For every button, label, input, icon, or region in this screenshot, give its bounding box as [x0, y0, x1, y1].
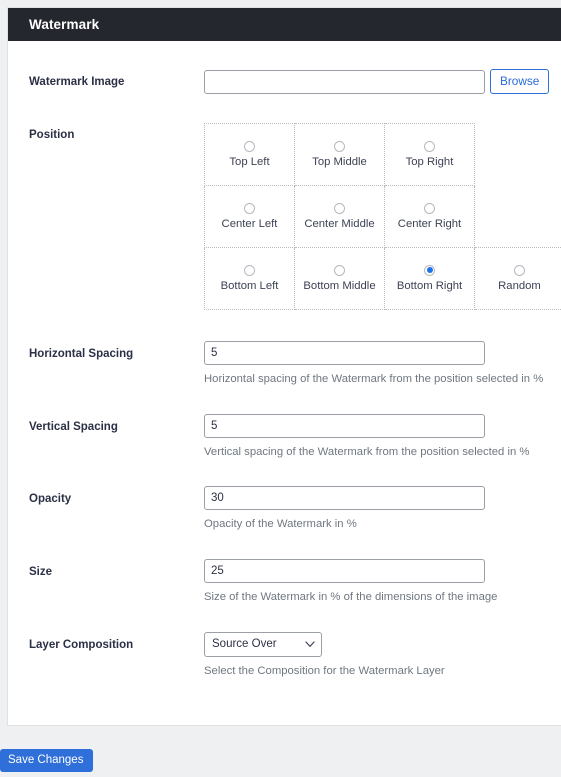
radio-icon[interactable]	[514, 264, 525, 276]
radio-icon[interactable]	[334, 264, 345, 276]
position-option-label: Bottom Right	[396, 279, 463, 292]
position-grid-spacer	[475, 124, 561, 186]
radio-icon[interactable]	[244, 202, 255, 214]
vertical-spacing-control: Vertical spacing of the Watermark from t…	[204, 413, 561, 460]
size-input[interactable]	[204, 559, 485, 584]
position-option-top-right[interactable]: Top Right	[384, 123, 475, 186]
horizontal-spacing-input[interactable]	[204, 341, 485, 365]
opacity-label: Opacity	[29, 493, 72, 506]
form-row-size: Size Size of the Watermark in % of the d…	[8, 532, 561, 605]
watermark-image-label: Watermark Image	[29, 76, 125, 88]
radio-icon[interactable]	[244, 140, 255, 152]
form-row-position: Position Top Left Top Middle Top Right C…	[8, 94, 561, 310]
position-option-label: Bottom Middle	[303, 279, 376, 292]
horizontal-spacing-control: Horizontal spacing of the Watermark from…	[204, 341, 561, 387]
radio-icon[interactable]	[244, 264, 255, 276]
radio-icon-selected[interactable]	[424, 264, 435, 276]
position-grid: Top Left Top Middle Top Right Center Lef…	[204, 123, 561, 310]
position-option-center-left[interactable]: Center Left	[204, 185, 295, 248]
radio-icon[interactable]	[334, 140, 345, 152]
position-option-top-middle[interactable]: Top Middle	[294, 123, 385, 186]
vertical-spacing-label: Vertical Spacing	[29, 420, 118, 433]
position-option-center-right[interactable]: Center Right	[384, 185, 475, 248]
size-help: Size of the Watermark in % of the dimens…	[204, 591, 498, 604]
position-grid-row-center: Center Left Center Middle Center Right	[204, 185, 561, 248]
position-option-label: Center Right	[397, 217, 462, 230]
watermark-image-input[interactable]	[204, 69, 485, 94]
position-option-bottom-right[interactable]: Bottom Right	[384, 247, 475, 310]
save-changes-button[interactable]: Save Changes	[0, 749, 94, 772]
position-option-label: Center Left	[221, 217, 278, 230]
position-option-bottom-left[interactable]: Bottom Left	[204, 247, 295, 310]
watermark-settings-card: Watermark Watermark Image Browse Positio…	[7, 7, 561, 726]
position-option-label: Center Middle	[304, 217, 375, 230]
horizontal-spacing-label: Horizontal Spacing	[29, 348, 134, 360]
position-grid-row-bottom: Bottom Left Bottom Middle Bottom Right R…	[204, 247, 561, 310]
watermark-image-control: Browse	[204, 69, 561, 94]
layer-composition-select-wrap: Source Over	[204, 631, 322, 657]
form-row-watermark-image: Watermark Image Browse	[8, 41, 561, 94]
position-option-top-left[interactable]: Top Left	[204, 123, 295, 186]
position-option-label: Top Middle	[312, 155, 367, 168]
size-label: Size	[29, 566, 53, 579]
opacity-control: Opacity of the Watermark in %	[204, 486, 561, 532]
position-option-label: Bottom Left	[220, 279, 279, 292]
vertical-spacing-help: Vertical spacing of the Watermark from t…	[204, 445, 530, 458]
page-title: Watermark	[29, 17, 100, 32]
position-label: Position	[29, 129, 75, 141]
form-row-vertical-spacing: Vertical Spacing Vertical spacing of the…	[8, 387, 561, 460]
radio-icon[interactable]	[334, 202, 345, 214]
size-control: Size of the Watermark in % of the dimens…	[204, 559, 561, 605]
layer-composition-help: Select the Composition for the Watermark…	[204, 664, 445, 677]
form-row-horizontal-spacing: Horizontal Spacing Horizontal spacing of…	[8, 310, 561, 387]
horizontal-spacing-help: Horizontal spacing of the Watermark from…	[204, 373, 544, 385]
position-option-label: Top Left	[229, 155, 270, 168]
position-option-center-middle[interactable]: Center Middle	[294, 185, 385, 248]
position-control: Top Left Top Middle Top Right Center Lef…	[204, 122, 561, 310]
browse-button[interactable]: Browse	[490, 69, 550, 94]
position-option-label: Top Right	[405, 155, 454, 168]
position-grid-row-top: Top Left Top Middle Top Right	[204, 123, 561, 186]
form-row-layer-composition: Layer Composition Source Over Select the…	[8, 605, 561, 679]
radio-icon[interactable]	[424, 140, 435, 152]
watermark-settings-page: Watermark Watermark Image Browse Positio…	[0, 0, 561, 777]
opacity-input[interactable]	[204, 486, 485, 511]
file-input-row: Browse	[204, 69, 561, 94]
position-grid-spacer	[475, 186, 561, 248]
opacity-help: Opacity of the Watermark in %	[204, 518, 357, 531]
position-option-bottom-middle[interactable]: Bottom Middle	[294, 247, 385, 310]
layer-composition-control: Source Over Select the Composition for t…	[204, 631, 561, 679]
card-body: Watermark Image Browse Position Top Left…	[8, 41, 561, 678]
radio-icon[interactable]	[424, 202, 435, 214]
card-header: Watermark	[8, 8, 561, 41]
form-row-opacity: Opacity Opacity of the Watermark in %	[8, 459, 561, 532]
layer-composition-label: Layer Composition	[29, 638, 134, 651]
layer-composition-select[interactable]: Source Over	[204, 631, 322, 657]
position-option-random[interactable]: Random	[474, 247, 561, 310]
vertical-spacing-input[interactable]	[204, 413, 485, 438]
position-option-label: Random	[498, 279, 541, 292]
